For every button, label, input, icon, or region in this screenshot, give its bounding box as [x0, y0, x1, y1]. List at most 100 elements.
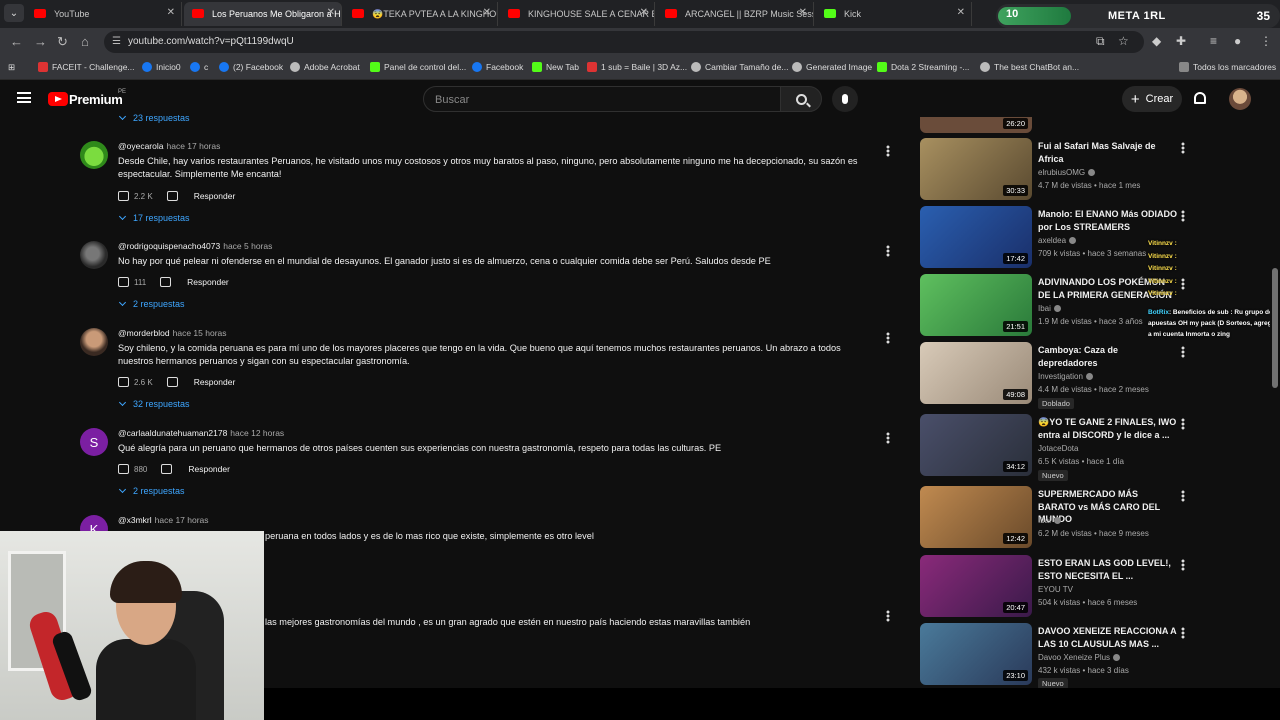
- related-video[interactable]: 20:47 ESTO ERAN LAS GOD LEVEL!, ESTO NEC…: [920, 555, 1270, 619]
- close-icon[interactable]: ✕: [483, 7, 491, 18]
- bookmark-star-icon[interactable]: ☆: [1118, 34, 1129, 48]
- site-info-icon[interactable]: ☰: [112, 36, 121, 47]
- bookmark-item[interactable]: The best ChatBot an...: [980, 62, 1079, 72]
- home-icon[interactable]: ⌂: [81, 34, 89, 49]
- video-thumbnail[interactable]: 21:51: [920, 274, 1032, 336]
- voice-search-button[interactable]: [832, 86, 858, 112]
- avatar[interactable]: [80, 328, 108, 356]
- channel-name[interactable]: elrubiusOMG: [1038, 168, 1096, 177]
- close-icon[interactable]: ✕: [957, 7, 965, 18]
- browser-tab[interactable]: KINGHOUSE SALE A CENAR EN ✕: [500, 2, 655, 26]
- close-icon[interactable]: ✕: [167, 7, 175, 18]
- dislike-icon[interactable]: [160, 277, 172, 287]
- channel-name[interactable]: Davoo Xeneize Plus: [1038, 653, 1121, 662]
- reload-icon[interactable]: ↻: [57, 34, 68, 50]
- bookmark-item[interactable]: Facebook: [472, 62, 523, 72]
- more-options-icon[interactable]: [886, 145, 890, 157]
- channel-name[interactable]: axeldea: [1038, 236, 1077, 245]
- bookmark-item[interactable]: (2) Facebook: [219, 62, 283, 72]
- avatar[interactable]: [80, 141, 108, 169]
- reply-button[interactable]: Responder: [194, 377, 236, 387]
- related-video[interactable]: 12:42 SUPERMERCADO MÁS BARATO vs MÁS CAR…: [920, 486, 1270, 550]
- bookmark-item[interactable]: Panel de control del...: [370, 62, 466, 72]
- related-video[interactable]: 23:10 DAVOO XENEIZE REACCIONA A LAS 10 C…: [920, 623, 1270, 689]
- comment-author[interactable]: @carlaaldunatehuaman2178 hace 12 horas: [118, 428, 284, 438]
- video-thumbnail[interactable]: 34:12: [920, 414, 1032, 476]
- browser-tab[interactable]: YouTube ✕: [26, 2, 182, 26]
- reply-button[interactable]: Responder: [187, 277, 229, 287]
- more-options-icon[interactable]: [1181, 346, 1185, 358]
- more-options-icon[interactable]: [1181, 627, 1185, 639]
- replies-toggle[interactable]: 2 respuestas: [118, 485, 185, 496]
- url-field[interactable]: ☰ youtube.com/watch?v=pQt1199dwqU: [104, 31, 1144, 53]
- related-video[interactable]: 49:08 Camboya: Caza de depredadores Inve…: [920, 342, 1270, 409]
- account-avatar[interactable]: [1229, 88, 1251, 110]
- replies-toggle[interactable]: 2 respuestas: [118, 298, 185, 309]
- bookmark-item[interactable]: Adobe Acrobat: [290, 62, 360, 72]
- search-button[interactable]: [780, 86, 822, 112]
- avatar[interactable]: S: [80, 428, 108, 456]
- search-input[interactable]: Buscar: [423, 86, 781, 112]
- like-icon[interactable]: [118, 464, 129, 474]
- comment-author[interactable]: @morderblod hace 15 horas: [118, 328, 227, 338]
- video-title[interactable]: Camboya: Caza de depredadores: [1038, 344, 1178, 369]
- more-options-icon[interactable]: [886, 332, 890, 344]
- dislike-icon[interactable]: [166, 191, 178, 201]
- browser-menu-icon[interactable]: ⋮: [1260, 34, 1272, 48]
- more-options-icon[interactable]: [1181, 559, 1185, 571]
- bookmark-item[interactable]: Generated Image: [792, 62, 872, 72]
- close-icon[interactable]: ✕: [640, 7, 648, 18]
- video-title[interactable]: ESTO ERAN LAS GOD LEVEL!, ESTO NECESITA …: [1038, 557, 1178, 582]
- video-title[interactable]: 😨YO TE GANE 2 FINALES, IWO entra al DISC…: [1038, 416, 1178, 441]
- browser-tab[interactable]: Kick ✕: [816, 2, 972, 26]
- notifications-bell-icon[interactable]: [1194, 92, 1206, 104]
- more-options-icon[interactable]: [1181, 490, 1185, 502]
- replies-toggle[interactable]: 23 respuestas: [118, 112, 190, 123]
- bookmark-item[interactable]: c: [190, 62, 208, 72]
- comment-author[interactable]: @x3mkrl hace 17 horas: [118, 515, 209, 525]
- more-options-icon[interactable]: [886, 245, 890, 257]
- bookmark-item[interactable]: Inicio0: [142, 62, 181, 72]
- avatar[interactable]: [80, 241, 108, 269]
- video-thumbnail[interactable]: 26:20: [920, 117, 1032, 133]
- related-video[interactable]: 34:12 😨YO TE GANE 2 FINALES, IWO entra a…: [920, 414, 1270, 481]
- more-options-icon[interactable]: [1181, 418, 1185, 430]
- bookmark-item[interactable]: FACEIT - Challenge...: [38, 62, 135, 72]
- close-icon[interactable]: ✕: [327, 7, 335, 18]
- menu-icon[interactable]: [17, 92, 31, 103]
- comment-author[interactable]: @rodrigoquispenacho4073 hace 5 horas: [118, 241, 272, 251]
- related-video[interactable]: 26:20: [920, 117, 1270, 133]
- browser-tab[interactable]: ARCANGEL || BZRP Music Sessi ✕: [657, 2, 814, 26]
- channel-name[interactable]: Ibai: [1038, 516, 1061, 525]
- reply-button[interactable]: Responder: [188, 464, 230, 474]
- tab-search-button[interactable]: ⌄: [4, 4, 24, 22]
- channel-name[interactable]: EYOU TV: [1038, 585, 1073, 594]
- forward-icon[interactable]: →: [34, 34, 47, 49]
- reading-list-icon[interactable]: ≡: [1210, 34, 1217, 48]
- more-options-icon[interactable]: [1181, 142, 1185, 154]
- channel-name[interactable]: Ibai: [1038, 304, 1061, 313]
- like-icon[interactable]: [118, 277, 129, 287]
- video-title[interactable]: Manolo: El ENANO Más ODIADO por Los STRE…: [1038, 208, 1178, 233]
- profile-icon[interactable]: ●: [1234, 34, 1241, 48]
- channel-name[interactable]: JotaceDota: [1038, 444, 1078, 453]
- video-title[interactable]: Fui al Safari Mas Salvaje de Africa: [1038, 140, 1178, 165]
- puzzle-icon[interactable]: ✚: [1176, 34, 1186, 48]
- more-options-icon[interactable]: [1181, 210, 1185, 222]
- bookmark-item[interactable]: New Tab: [532, 62, 579, 72]
- install-app-icon[interactable]: ⧉: [1096, 34, 1105, 49]
- bookmark-folder[interactable]: Todos los marcadores: [1179, 62, 1276, 72]
- video-thumbnail[interactable]: 17:42: [920, 206, 1032, 268]
- browser-tab[interactable]: 😨TEKA PVTEA A LA KINGHOU ✕: [344, 2, 498, 26]
- more-options-icon[interactable]: [886, 432, 890, 444]
- video-thumbnail[interactable]: 49:08: [920, 342, 1032, 404]
- browser-tab-active[interactable]: Los Peruanos Me Obligaron a H ✕: [184, 2, 342, 26]
- like-icon[interactable]: [118, 377, 129, 387]
- video-thumbnail[interactable]: 30:33: [920, 138, 1032, 200]
- create-button[interactable]: + Crear: [1122, 86, 1182, 112]
- video-title[interactable]: DAVOO XENEIZE REACCIONA A LAS 10 CLAUSUL…: [1038, 625, 1178, 650]
- youtube-premium-brand[interactable]: Premium: [69, 92, 123, 107]
- page-scrollbar[interactable]: [1270, 118, 1280, 688]
- more-options-icon[interactable]: [886, 610, 890, 622]
- scrollbar-thumb[interactable]: [1272, 268, 1278, 388]
